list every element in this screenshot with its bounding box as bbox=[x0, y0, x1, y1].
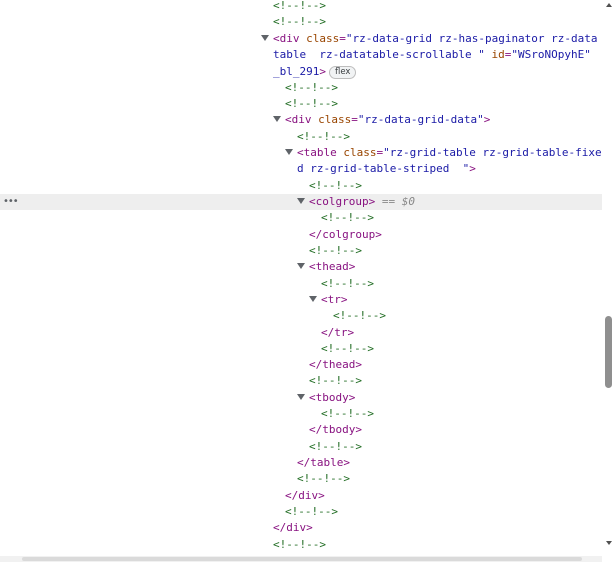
tree-row[interactable]: <!--!--> bbox=[0, 504, 602, 520]
tree-row[interactable]: </colgroup> bbox=[0, 227, 602, 243]
horizontal-scrollbar[interactable] bbox=[0, 556, 602, 562]
expand-triangle-icon[interactable] bbox=[273, 116, 281, 122]
tree-row[interactable]: <!--!--> bbox=[0, 178, 602, 194]
tree-row-table[interactable]: <table class="rz-grid-table rz-grid-tabl… bbox=[0, 145, 602, 161]
tree-row-root-div[interactable]: <div class="rz-data-grid rz-has-paginato… bbox=[0, 31, 602, 47]
scrollbar-thumb[interactable] bbox=[605, 316, 612, 388]
class-value: "rz-data-grid rz-has-paginator rz-data bbox=[345, 32, 598, 45]
vertical-scrollbar[interactable] bbox=[602, 0, 616, 562]
expand-triangle-icon[interactable] bbox=[297, 198, 305, 204]
tree-row[interactable]: <!--!--> bbox=[0, 129, 602, 145]
tree-row[interactable]: <!--!--> bbox=[0, 471, 602, 487]
tree-row[interactable]: <!--!--> bbox=[0, 80, 602, 96]
selected-node-ref: == $0 bbox=[381, 195, 415, 208]
tree-row[interactable]: </tbody> bbox=[0, 422, 602, 438]
tree-row-table-cont[interactable]: d rz-grid-table-striped "> bbox=[0, 161, 602, 177]
scroll-up-arrow-icon[interactable] bbox=[606, 3, 612, 7]
expand-triangle-icon[interactable] bbox=[297, 263, 305, 269]
expand-triangle-icon[interactable] bbox=[297, 394, 305, 400]
tree-row[interactable]: <!--!--> bbox=[0, 96, 602, 112]
tree-row[interactable]: <!--!--> bbox=[0, 406, 602, 422]
expand-triangle-icon[interactable] bbox=[309, 296, 317, 302]
tree-row[interactable]: <!--!--> bbox=[0, 341, 602, 357]
tree-row[interactable]: <!--!--> bbox=[0, 276, 602, 292]
tree-row[interactable]: <!--!--> bbox=[0, 14, 602, 30]
expand-triangle-icon[interactable] bbox=[261, 35, 269, 41]
tree-row[interactable]: <!--!--> bbox=[0, 537, 602, 553]
tree-row[interactable]: </thead> bbox=[0, 357, 602, 373]
flex-badge[interactable]: flex bbox=[328, 66, 357, 79]
tree-row[interactable]: <!--!--> bbox=[0, 210, 602, 226]
tree-row-data-div[interactable]: <div class="rz-data-grid-data"> bbox=[0, 112, 602, 128]
tree-row[interactable]: </table> bbox=[0, 455, 602, 471]
tree-row-thead[interactable]: <thead> bbox=[0, 259, 602, 275]
tree-row[interactable]: <!--!--> bbox=[0, 308, 602, 324]
tree-row[interactable]: </div> bbox=[0, 488, 602, 504]
comment-node: <!--!--> bbox=[273, 15, 326, 28]
tree-row-tbody[interactable]: <tbody> bbox=[0, 390, 602, 406]
tree-row-root-div-cont[interactable]: _bl_291> flex bbox=[0, 64, 602, 80]
expand-triangle-icon[interactable] bbox=[285, 149, 293, 155]
row-menu-icon[interactable]: ••• bbox=[3, 194, 19, 210]
tree-row-root-div-cont[interactable]: table rz-datatable-scrollable " id="WSro… bbox=[0, 47, 602, 63]
tree-row[interactable]: <!--!--> bbox=[0, 0, 602, 14]
scroll-down-arrow-icon[interactable] bbox=[606, 541, 612, 545]
tree-row[interactable]: <!--!--> bbox=[0, 243, 602, 259]
elements-tree-panel: <!--!--> <!--!--> <div class="rz-data-gr… bbox=[0, 0, 616, 562]
tree-row[interactable]: </div> bbox=[0, 520, 602, 536]
comment-node: <!--!--> bbox=[273, 0, 326, 12]
tree-row[interactable]: <!--!--> bbox=[0, 373, 602, 389]
tree-row-tr[interactable]: <tr> bbox=[0, 292, 602, 308]
horizontal-scrollbar-thumb[interactable] bbox=[22, 557, 582, 561]
tree-row[interactable]: </tr> bbox=[0, 325, 602, 341]
tree-row-colgroup-selected[interactable]: ••• <colgroup> == $0 bbox=[0, 194, 602, 210]
tree-row[interactable]: <!--!--> bbox=[0, 439, 602, 455]
